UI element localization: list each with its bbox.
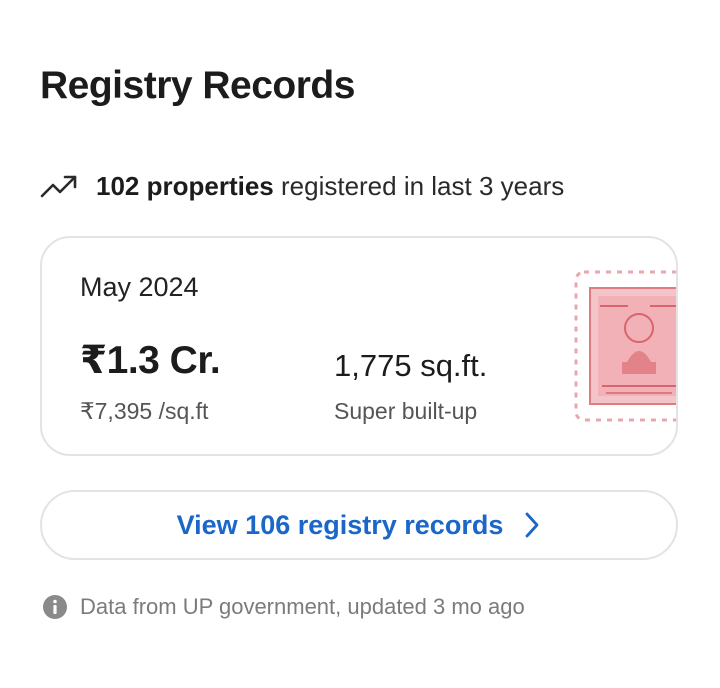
- page-title: Registry Records: [40, 64, 355, 107]
- info-icon: [42, 594, 68, 620]
- stamp-paper-icon: [572, 266, 676, 426]
- view-registry-records-button[interactable]: View 106 registry records: [40, 490, 678, 560]
- data-source-note: Data from UP government, updated 3 mo ag…: [42, 594, 525, 620]
- chevron-right-icon: [523, 511, 541, 539]
- data-source-text: Data from UP government, updated 3 mo ag…: [80, 594, 525, 619]
- record-price-per-sqft: ₹7,395 /sq.ft: [80, 398, 209, 424]
- view-registry-records-label: View 106 registry records: [176, 509, 504, 540]
- trending-up-icon: [40, 173, 78, 199]
- summary-text: registered in last 3 years: [280, 170, 565, 201]
- record-area-type: Super built-up: [334, 398, 478, 424]
- record-area: 1,775 sq.ft.: [334, 348, 488, 383]
- registry-record-card[interactable]: May 2024 ₹1.3 Cr. ₹7,395 /sq.ft 1,775 sq…: [40, 236, 678, 456]
- record-date: May 2024: [80, 272, 199, 302]
- record-price: ₹1.3 Cr.: [80, 339, 221, 382]
- registration-summary: 102 properties registered in last 3 year…: [40, 166, 564, 206]
- property-count: 102 properties: [96, 170, 274, 201]
